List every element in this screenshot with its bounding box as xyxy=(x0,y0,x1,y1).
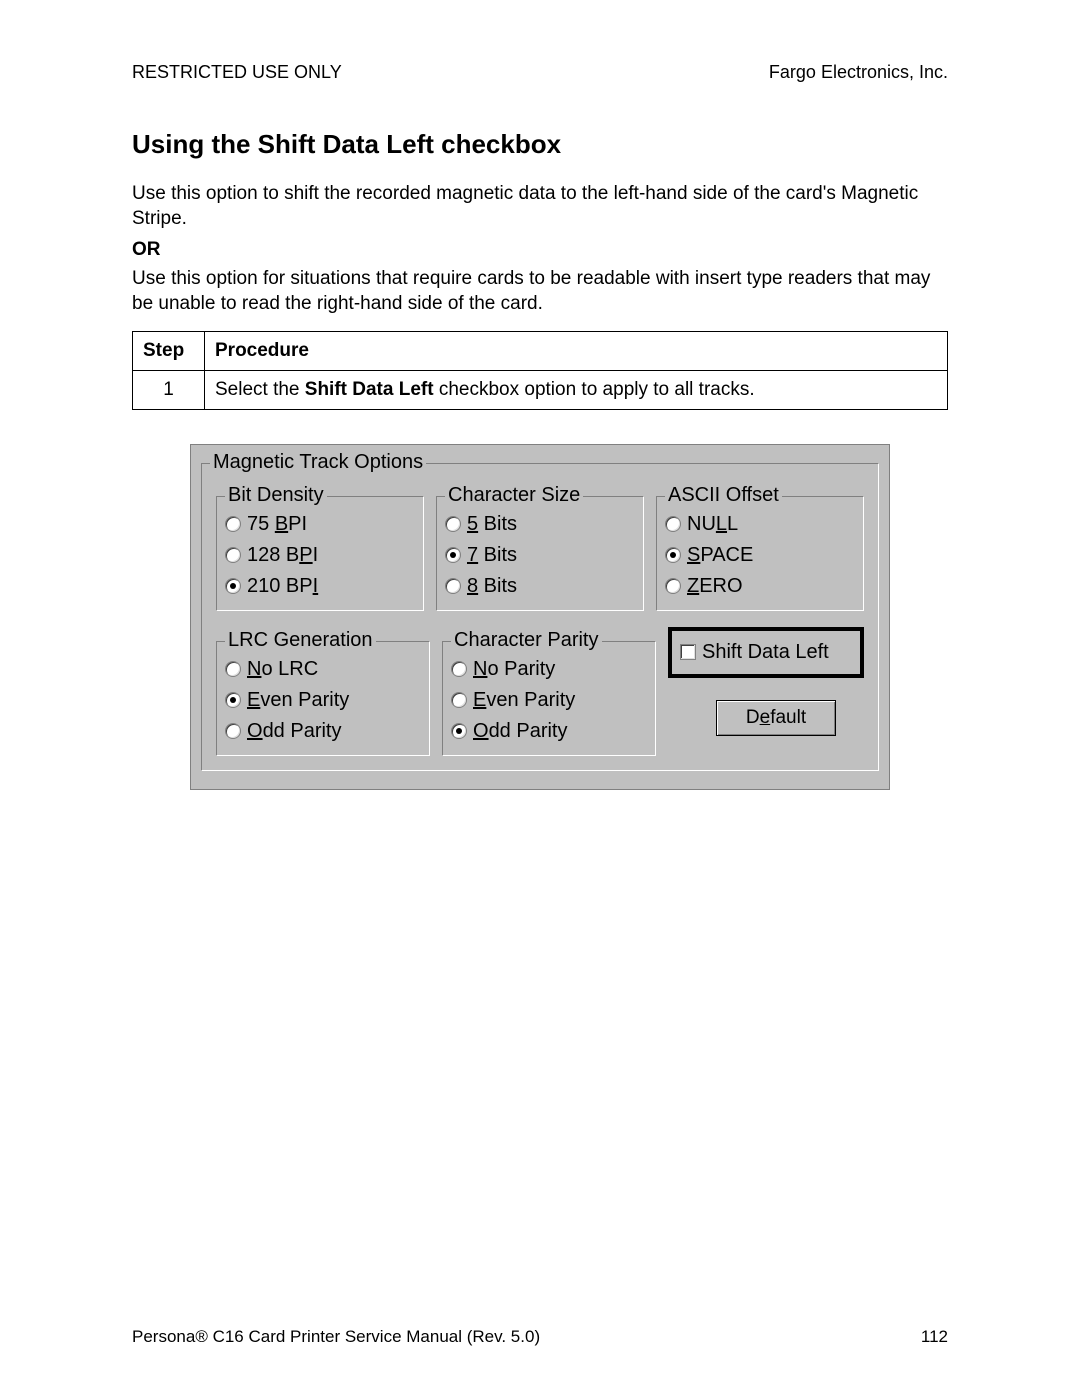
ascii-offset-group: ASCII Offset NULL SPACE ZERO xyxy=(656,496,864,611)
radio-cp-odd[interactable]: Odd Parity xyxy=(451,716,647,747)
group-label: Character Size xyxy=(445,484,583,507)
paragraph-2: Use this option for situations that requ… xyxy=(132,267,948,316)
radio-128bpi[interactable]: 128 BPI xyxy=(225,540,415,571)
radio-lrc-odd[interactable]: Odd Parity xyxy=(225,716,421,747)
radio-8bits[interactable]: 8 Bits xyxy=(445,571,635,602)
radio-icon xyxy=(445,516,461,532)
or-separator: OR xyxy=(132,239,948,261)
magnetic-track-options-group: Magnetic Track Options Bit Density 75 BP… xyxy=(201,463,879,771)
paragraph-1: Use this option to shift the recorded ma… xyxy=(132,182,948,231)
page-header: RESTRICTED USE ONLY Fargo Electronics, I… xyxy=(132,62,948,83)
magnetic-track-dialog: Magnetic Track Options Bit Density 75 BP… xyxy=(190,444,890,790)
col-step-header: Step xyxy=(133,331,205,370)
group-label: Bit Density xyxy=(225,484,327,507)
radio-7bits[interactable]: 7 Bits xyxy=(445,540,635,571)
document-page: RESTRICTED USE ONLY Fargo Electronics, I… xyxy=(0,0,1080,1397)
group-label: LRC Generation xyxy=(225,629,376,652)
page-number: 112 xyxy=(921,1327,948,1347)
radio-icon xyxy=(225,516,241,532)
shift-data-left-highlight: Shift Data Left xyxy=(668,627,864,678)
radio-icon xyxy=(665,516,681,532)
character-parity-group: Character Parity No Parity Even Parity O… xyxy=(442,641,656,756)
radio-icon xyxy=(665,578,681,594)
section-title: Using the Shift Data Left checkbox xyxy=(132,129,948,160)
radio-icon xyxy=(451,661,467,677)
shift-data-left-checkbox[interactable]: Shift Data Left xyxy=(680,637,852,668)
radio-icon xyxy=(445,578,461,594)
radio-icon xyxy=(451,692,467,708)
radio-5bits[interactable]: 5 Bits xyxy=(445,509,635,540)
page-footer: Persona® C16 Card Printer Service Manual… xyxy=(132,1327,948,1347)
radio-75bpi[interactable]: 75 BPI xyxy=(225,509,415,540)
header-left: RESTRICTED USE ONLY xyxy=(132,62,342,83)
header-right: Fargo Electronics, Inc. xyxy=(769,62,948,83)
procedure-table: Step Procedure 1 Select the Shift Data L… xyxy=(132,331,948,410)
radio-no-parity[interactable]: No Parity xyxy=(451,654,647,685)
radio-lrc-even[interactable]: Even Parity xyxy=(225,685,421,716)
radio-icon xyxy=(445,547,461,563)
radio-space[interactable]: SPACE xyxy=(665,540,855,571)
radio-null[interactable]: NULL xyxy=(665,509,855,540)
group-label: ASCII Offset xyxy=(665,484,782,507)
footer-left: Persona® C16 Card Printer Service Manual… xyxy=(132,1327,540,1347)
character-size-group: Character Size 5 Bits 7 Bits 8 Bits xyxy=(436,496,644,611)
bit-density-group: Bit Density 75 BPI 128 BPI 210 BPI xyxy=(216,496,424,611)
col-procedure-header: Procedure xyxy=(205,331,948,370)
step-number: 1 xyxy=(133,370,205,409)
radio-icon xyxy=(665,547,681,563)
radio-zero[interactable]: ZERO xyxy=(665,571,855,602)
table-header-row: Step Procedure xyxy=(133,331,948,370)
dialog-screenshot: Magnetic Track Options Bit Density 75 BP… xyxy=(132,444,948,790)
group-label: Magnetic Track Options xyxy=(210,451,426,474)
table-row: 1 Select the Shift Data Left checkbox op… xyxy=(133,370,948,409)
radio-no-lrc[interactable]: No LRC xyxy=(225,654,421,685)
group-label: Character Parity xyxy=(451,629,602,652)
radio-icon xyxy=(225,578,241,594)
radio-210bpi[interactable]: 210 BPI xyxy=(225,571,415,602)
lrc-generation-group: LRC Generation No LRC Even Parity Odd Pa… xyxy=(216,641,430,756)
radio-icon xyxy=(451,723,467,739)
radio-icon xyxy=(225,692,241,708)
radio-icon xyxy=(225,723,241,739)
shift-data-left-label: Shift Data Left xyxy=(702,637,829,668)
step-procedure: Select the Shift Data Left checkbox opti… xyxy=(205,370,948,409)
radio-cp-even[interactable]: Even Parity xyxy=(451,685,647,716)
checkbox-icon xyxy=(680,644,696,660)
radio-icon xyxy=(225,661,241,677)
radio-icon xyxy=(225,547,241,563)
default-button[interactable]: Default xyxy=(716,700,836,736)
